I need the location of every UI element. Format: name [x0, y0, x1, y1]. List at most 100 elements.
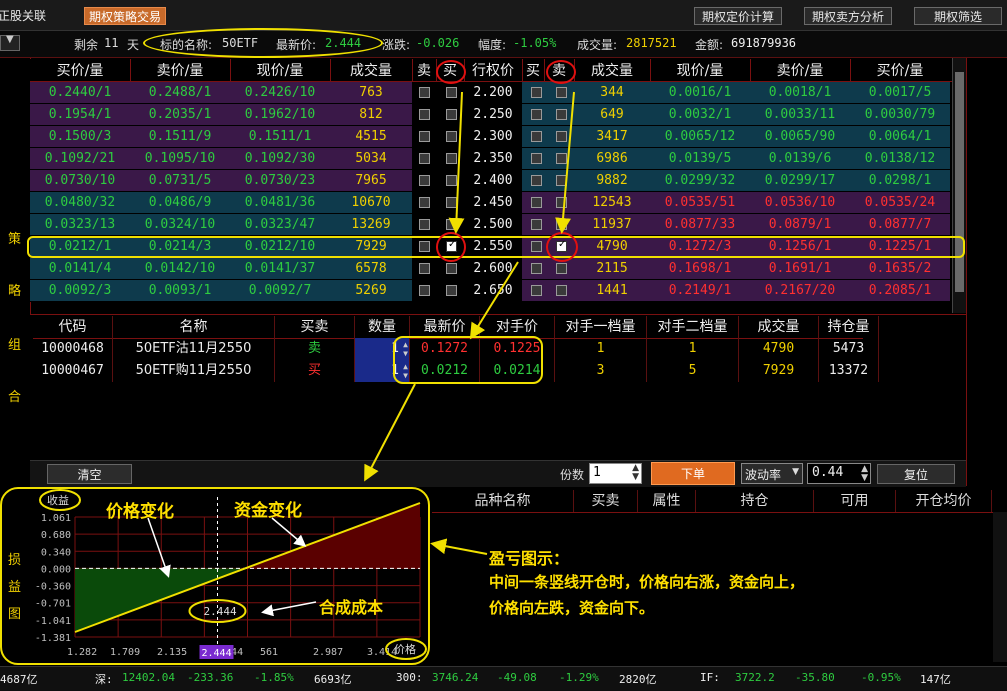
y-tick-label: -1.381 [35, 633, 71, 644]
combo-code: 10000468 [33, 338, 113, 360]
annot-pnl-line2: 价格向左跌，资金向下。 [489, 599, 655, 617]
dropdown-toggle[interactable]: ▼ [0, 34, 20, 51]
lots-stepper[interactable]: 1 ▲ ▼ [589, 463, 642, 484]
put-buy-checkbox[interactable] [531, 219, 542, 230]
call-sell-checkbox[interactable] [419, 87, 430, 98]
put-buy-checkbox[interactable] [531, 197, 542, 208]
call-buy-checkbox[interactable] [446, 87, 457, 98]
stepper-arrows-icon[interactable]: ▲ ▼ [861, 465, 868, 483]
synthetic-cost-label: 2.444 [204, 605, 237, 618]
volatility-select[interactable]: 波动率 ▼ [741, 463, 803, 484]
put-buy-checkbox[interactable] [531, 263, 542, 274]
put-sell-checkbox[interactable] [556, 219, 567, 230]
call-buy-circle [436, 232, 466, 262]
chain-row[interactable]: 0.2440/1 0.2488/1 0.2426/10 763 2.200 344 0.00… [30, 82, 950, 104]
positions-scrollbar[interactable] [993, 512, 1007, 662]
put-sell-checkbox[interactable] [556, 263, 567, 274]
chain-row[interactable]: 0.1500/3 0.1511/9 0.1511/1 4515 2.300 3417 0.0… [30, 126, 950, 148]
put-ask: 0.0033/11 [764, 107, 836, 122]
combo-hdr-cell: 成交量 [739, 316, 819, 338]
put-bid: 0.0030/79 [864, 107, 936, 122]
put-sell-checkbox[interactable] [556, 109, 567, 120]
put-buy-checkbox[interactable] [531, 131, 542, 142]
chain-row[interactable]: 0.1092/21 0.1095/10 0.1092/30 5034 2.350 6986… [30, 148, 950, 170]
call-sell-checkbox[interactable] [419, 153, 430, 164]
call-buy-checkbox[interactable] [446, 153, 457, 164]
call-buy-checkbox[interactable] [446, 263, 457, 274]
call-sell-checkbox[interactable] [419, 109, 430, 120]
strike-price: 2.300 [473, 129, 513, 144]
put-sell-checkbox[interactable] [556, 285, 567, 296]
status-item: 3746.24 [432, 671, 479, 684]
call-buy-checkbox[interactable] [446, 197, 457, 208]
call-sell-checkbox[interactable] [419, 131, 430, 142]
stepper-arrows-icon[interactable]: ▲ ▼ [632, 464, 639, 482]
strike-price: 2.500 [473, 217, 513, 232]
amount-value: 691879936 [731, 36, 797, 50]
header-divider [544, 59, 545, 81]
clear-button[interactable]: 清空 [47, 464, 132, 484]
put-sell-checkbox[interactable] [556, 175, 567, 186]
call-ask: 0.0731/5 [148, 173, 212, 188]
chain-row[interactable]: 0.0480/32 0.0486/9 0.0481/36 10670 2.450 1254… [30, 192, 950, 214]
combo-oi: 5473 [819, 338, 879, 360]
combo-code: 10000467 [33, 360, 113, 382]
option-pricing-button[interactable]: 期权定价计算 [694, 7, 782, 25]
put-buy-checkbox[interactable] [531, 153, 542, 164]
put-ask: 0.0536/10 [764, 195, 836, 210]
scrollbar-thumb[interactable] [955, 72, 964, 292]
hdr-put-bid: 买价/量 [876, 63, 924, 79]
chain-row[interactable]: 0.0323/13 0.0324/10 0.0323/47 13269 2.500 119… [30, 214, 950, 236]
header-divider [522, 59, 523, 81]
chain-scrollbar[interactable] [952, 58, 967, 313]
call-sell-checkbox[interactable] [419, 197, 430, 208]
put-ask: 0.0139/6 [768, 151, 832, 166]
remaining-days: 11 [104, 36, 119, 50]
put-sell-checkbox[interactable] [556, 87, 567, 98]
call-bid: 0.2440/1 [48, 85, 112, 100]
strike-price: 2.250 [473, 107, 513, 122]
put-buy-checkbox[interactable] [531, 285, 542, 296]
positions-hdr-cell: 品种名称 [432, 490, 574, 512]
status-item: -1.85% [254, 671, 294, 684]
put-sell-checkbox[interactable] [556, 197, 567, 208]
hdr-sell-circle [546, 60, 576, 84]
y-tick-label: -0.360 [35, 582, 71, 593]
put-buy-checkbox[interactable] [531, 109, 542, 120]
volatility-input[interactable]: 0.44 ▲ ▼ [807, 463, 871, 484]
call-buy-checkbox[interactable] [446, 285, 457, 296]
combo-hdr-cell: 买卖 [275, 316, 355, 338]
option-filter-button[interactable]: 期权筛选 [914, 7, 1002, 25]
call-sell-checkbox[interactable] [419, 175, 430, 186]
option-seller-analysis-button[interactable]: 期权卖方分析 [804, 7, 892, 25]
tab-stock-link[interactable]: 正股关联 [0, 7, 48, 25]
combo-hdr-cell: 对手一档量 [555, 316, 647, 338]
call-sell-checkbox[interactable] [419, 219, 430, 230]
status-item: IF: [700, 671, 720, 684]
y-tick-label: -0.701 [35, 599, 71, 610]
call-ask: 0.1511/9 [148, 129, 212, 144]
chain-row[interactable]: 0.0141/4 0.0142/10 0.0141/37 6578 2.600 2115 0… [30, 258, 950, 280]
place-order-button[interactable]: 下单 [651, 462, 735, 485]
call-sell-checkbox[interactable] [419, 263, 430, 274]
combo-oi: 13372 [819, 360, 879, 382]
call-buy-checkbox[interactable] [446, 109, 457, 120]
positions-header: 品种名称 买卖 属性 持仓 可用 开仓均价 [432, 490, 1007, 513]
chain-row[interactable]: 0.0730/10 0.0731/5 0.0730/23 7965 2.400 9882 0… [30, 170, 950, 192]
call-buy-checkbox[interactable] [446, 219, 457, 230]
put-buy-checkbox[interactable] [531, 87, 542, 98]
call-buy-checkbox[interactable] [446, 131, 457, 142]
put-sell-checkbox[interactable] [556, 153, 567, 164]
put-sell-checkbox[interactable] [556, 131, 567, 142]
put-last: 0.0016/1 [668, 85, 732, 100]
call-buy-checkbox[interactable] [446, 175, 457, 186]
call-sell-checkbox[interactable] [419, 285, 430, 296]
reset-button[interactable]: 复位 [877, 464, 955, 484]
chain-row[interactable]: 0.1954/1 0.2035/1 0.1962/10 812 2.250 649 0.00… [30, 104, 950, 126]
hdr-call-ask: 卖价/量 [156, 63, 204, 79]
put-buy-checkbox[interactable] [531, 175, 542, 186]
annot-synthetic-cost: 合成成本 [319, 598, 384, 617]
tab-option-strategy[interactable]: 期权策略交易 [84, 7, 166, 25]
put-volume: 649 [600, 107, 624, 122]
chain-row[interactable]: 0.0092/3 0.0093/1 0.0092/7 5269 2.650 1441 0.2… [30, 280, 950, 302]
